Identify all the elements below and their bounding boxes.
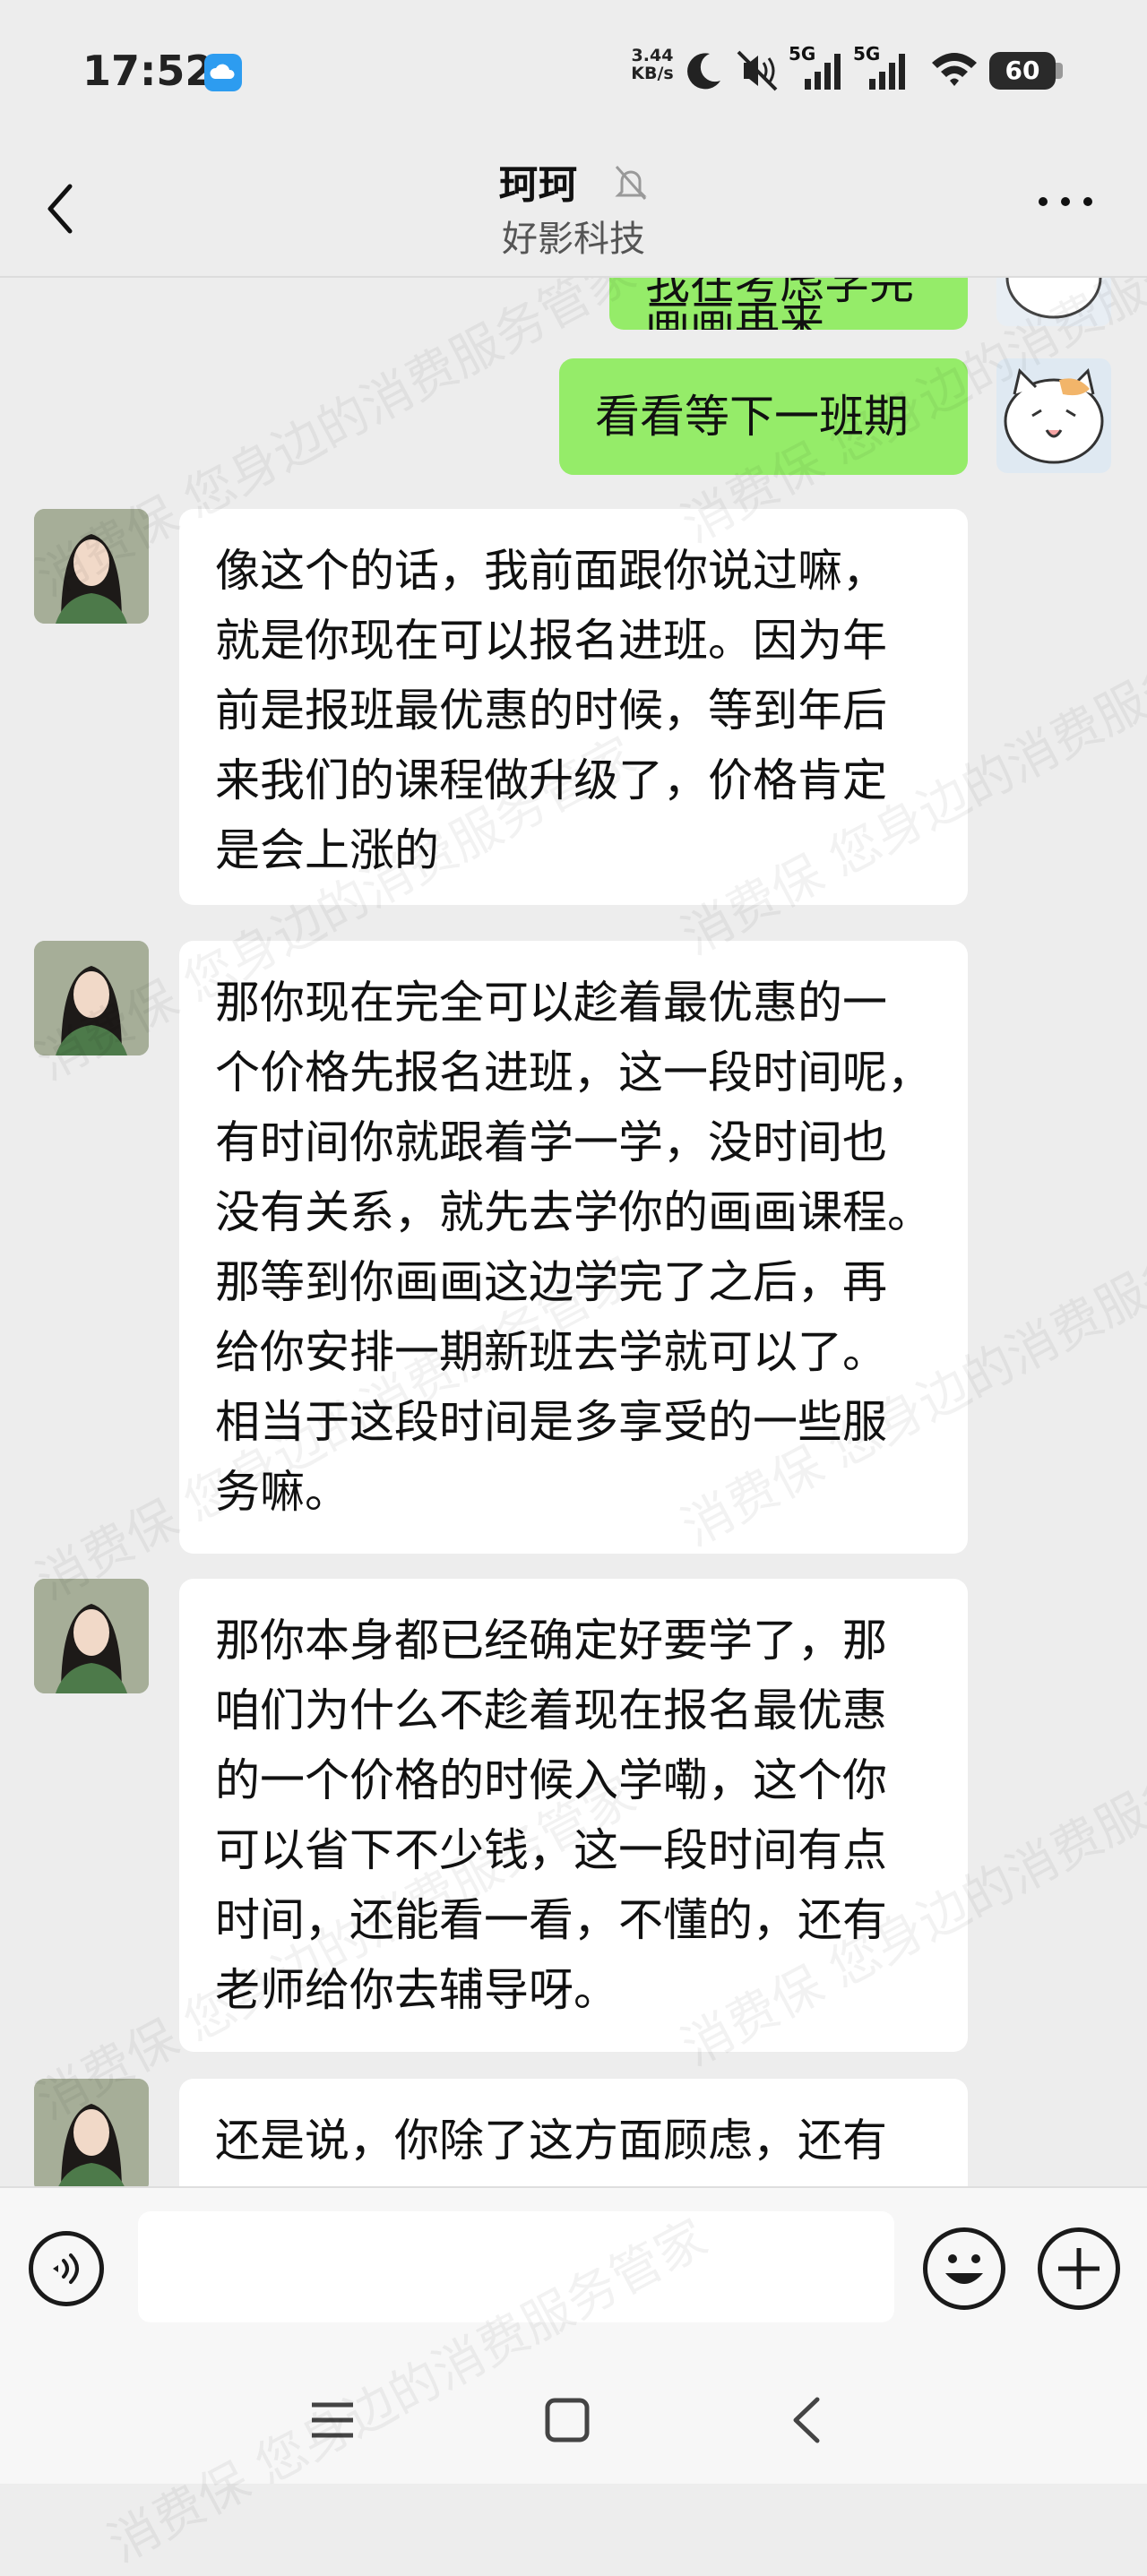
moon-icon xyxy=(683,48,724,97)
contact-name: 珂珂 xyxy=(498,162,578,208)
home-icon[interactable] xyxy=(543,2396,591,2448)
message-bubble[interactable]: 我在考虑学完画画再来 xyxy=(609,278,968,330)
status-time: 17:52 xyxy=(82,47,214,95)
battery-tip xyxy=(1056,63,1063,79)
wifi-icon xyxy=(928,48,980,97)
mute-icon xyxy=(735,48,781,97)
back-nav-icon[interactable] xyxy=(789,2394,824,2450)
signal1-label: 5G xyxy=(789,43,816,65)
net-speed: 3.44 KB/s xyxy=(625,47,679,82)
chat-header: 珂珂 好影科技 xyxy=(0,143,1147,278)
net-speed-value: 3.44 xyxy=(631,46,674,65)
message-bubble[interactable]: 像这个的话，我前面跟你说过嘛， 就是你现在可以报名进班。因为年 前是报班最优惠的… xyxy=(179,509,968,905)
cloud-app-icon xyxy=(204,54,242,91)
message-list[interactable]: 我在考虑学完画画再来 看看等下一班期 像这个的话，我前面跟你说过嘛， 就是你现在… xyxy=(0,278,1147,2186)
contact-avatar[interactable] xyxy=(34,941,149,1055)
message-bubble[interactable]: 还是说，你除了这方面顾虑，还有 xyxy=(179,2079,968,2186)
my-avatar[interactable] xyxy=(996,358,1111,473)
signal-icon: 5G xyxy=(789,43,846,97)
emoji-icon[interactable] xyxy=(923,2227,1005,2310)
menu-icon[interactable] xyxy=(308,2399,357,2444)
mute-bell-icon xyxy=(613,163,649,212)
my-avatar[interactable] xyxy=(996,278,1111,326)
voice-icon[interactable] xyxy=(29,2231,104,2306)
input-bar xyxy=(0,2186,1147,2333)
contact-avatar[interactable] xyxy=(34,1579,149,1693)
battery-icon: 60 xyxy=(989,52,1056,90)
message-input[interactable] xyxy=(138,2211,894,2322)
plus-icon[interactable] xyxy=(1038,2227,1120,2310)
signal2-label: 5G xyxy=(853,43,881,65)
signal-icon: 5G xyxy=(853,43,910,97)
net-speed-unit: KB/s xyxy=(631,64,674,83)
contact-name-row: 珂珂 xyxy=(0,152,1147,212)
contact-avatar[interactable] xyxy=(34,509,149,624)
company-name: 好影科技 xyxy=(502,219,645,260)
message-bubble[interactable]: 那你现在完全可以趁着最优惠的一 个价格先报名进班，这一段时间呢， 有时间你就跟着… xyxy=(179,941,968,1554)
status-bar: 17:52 3.44 KB/s 5G 5G 60 xyxy=(0,0,1147,143)
system-nav-bar: 消费保 您身边的消费服务管家 xyxy=(0,2209,1147,2574)
message-bubble[interactable]: 那你本身都已经确定好要学了，那 咱们为什么不趁着现在报名最优惠 的一个价格的时候… xyxy=(179,1579,968,2052)
more-icon[interactable] xyxy=(1036,188,1095,219)
contact-avatar[interactable] xyxy=(34,2079,149,2186)
message-bubble[interactable]: 看看等下一班期 xyxy=(559,358,968,475)
